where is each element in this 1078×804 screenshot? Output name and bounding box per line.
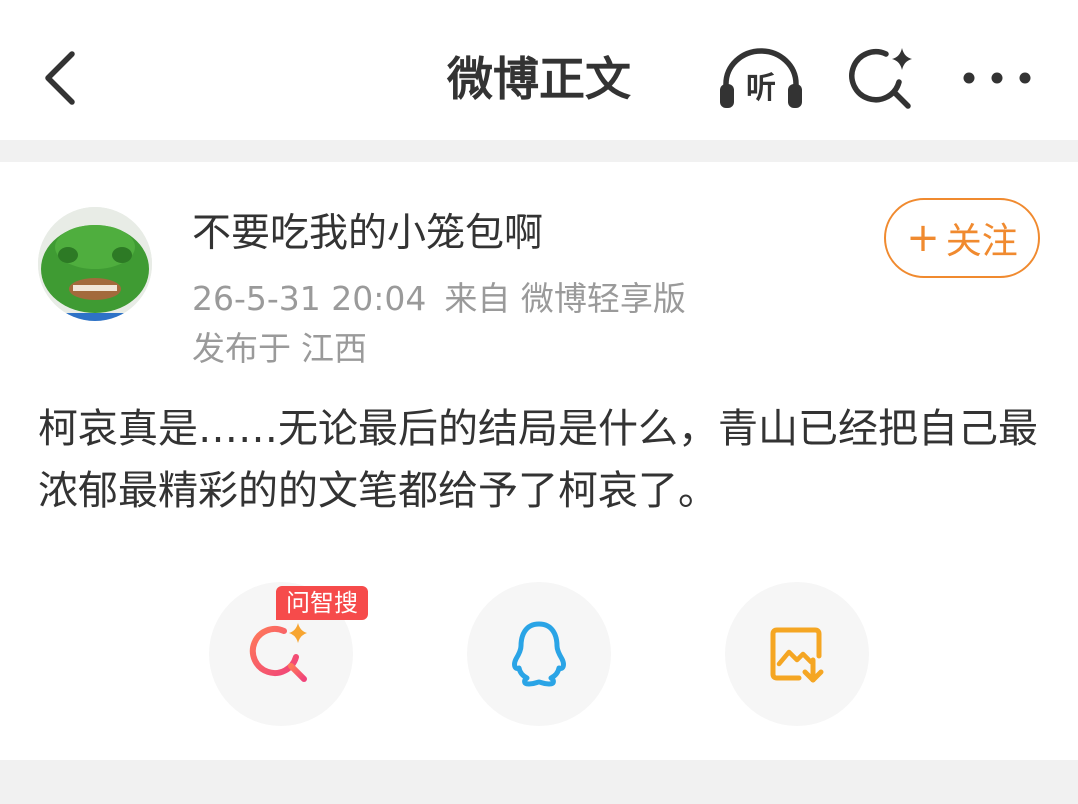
follow-button[interactable]: + 关注 — [884, 198, 1040, 278]
top-navigation-bar: 微博正文 听 — [0, 0, 1078, 140]
more-dots-icon — [963, 72, 1031, 84]
post-timestamp: 26-5-31 20:04 — [192, 279, 427, 318]
location-prefix: 发布于 — [192, 329, 291, 368]
plus-icon: + — [906, 215, 940, 261]
share-qq-button[interactable] — [467, 582, 611, 726]
post-location: 发布于 江西 — [192, 326, 377, 372]
post-meta: 26-5-31 20:04 来自 微博轻享版 — [192, 276, 704, 322]
avatar[interactable] — [38, 207, 152, 321]
post-text: 柯哀真是……无论最后的结局是什么，青山已经把自己最浓郁最精彩的的文笔都给予了柯哀… — [38, 406, 1038, 514]
frog-avatar-icon — [38, 207, 152, 321]
ai-search-button[interactable] — [842, 40, 922, 116]
follow-label: 关注 — [945, 221, 1018, 262]
qq-icon — [512, 621, 566, 687]
username[interactable]: 不要吃我的小笼包啊 — [192, 206, 543, 262]
section-divider — [0, 140, 1078, 162]
save-image-button[interactable] — [725, 582, 869, 726]
listen-button[interactable]: 听 — [716, 40, 806, 116]
post-source[interactable]: 来自 微博轻享版 — [444, 279, 686, 318]
location-name: 江西 — [301, 329, 367, 368]
sparkle-search-icon — [849, 48, 912, 109]
save-image-icon — [770, 627, 824, 683]
ai-search-badge: 问智搜 — [276, 586, 368, 620]
more-button[interactable] — [956, 40, 1038, 116]
section-divider-bottom — [0, 760, 1078, 804]
ai-search-icon — [249, 623, 307, 682]
listen-label: 听 — [746, 71, 776, 106]
headphones-icon: 听 — [720, 48, 802, 108]
